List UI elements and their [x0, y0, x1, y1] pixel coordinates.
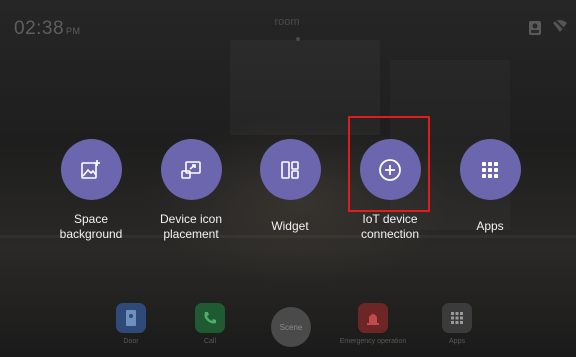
space-background-label: Space background — [59, 212, 123, 241]
dock-item-call[interactable]: Call — [175, 303, 245, 345]
profile-icon[interactable] — [528, 20, 542, 41]
wifi-off-icon — [552, 18, 568, 39]
scene-button[interactable]: Scene — [271, 307, 311, 347]
image-plus-icon — [81, 159, 100, 179]
widget-button[interactable] — [259, 139, 321, 200]
device-icon-placement-button[interactable] — [160, 139, 222, 200]
dock-label-apps: Apps — [449, 338, 465, 345]
phone-icon[interactable] — [195, 303, 225, 333]
space-background-button[interactable] — [60, 139, 122, 200]
dock-item-door[interactable]: Door — [96, 303, 166, 345]
iot-device-connection-label: IoT device connection — [360, 212, 420, 241]
widget-label: Widget — [271, 219, 309, 233]
apps-label: Apps — [476, 219, 504, 233]
dock-label-emergency-operation: Emergency operation — [339, 338, 407, 345]
dock-label-door: Door — [123, 338, 139, 345]
dock-label-call: Call — [203, 338, 217, 345]
time-ampm: PM — [66, 26, 81, 36]
menu-item-space-background[interactable]: Space background — [41, 139, 141, 242]
apps-button[interactable] — [459, 139, 521, 200]
grid-icon — [482, 161, 498, 178]
screen-share-icon — [181, 160, 201, 179]
status-time: 02:38 PM — [14, 18, 81, 40]
device-icon-placement-label: Device icon placement — [159, 212, 223, 241]
door-icon[interactable] — [116, 303, 146, 333]
page-indicator — [296, 37, 300, 41]
highlight-box — [348, 116, 430, 212]
dock-item-apps[interactable]: Apps — [422, 303, 492, 345]
apps-grid-icon[interactable] — [442, 303, 472, 333]
dock-item-emergency-operation[interactable]: Emergency operation — [338, 303, 408, 345]
widget-layout-icon — [281, 160, 299, 179]
menu-item-apps[interactable]: Apps — [440, 139, 540, 234]
time-value: 02:38 — [14, 18, 65, 39]
room-name[interactable]: room — [262, 16, 312, 28]
menu-item-widget[interactable]: Widget — [240, 139, 340, 234]
emergency-icon[interactable] — [358, 303, 388, 333]
menu-item-device-icon-placement[interactable]: Device icon placement — [141, 139, 241, 242]
